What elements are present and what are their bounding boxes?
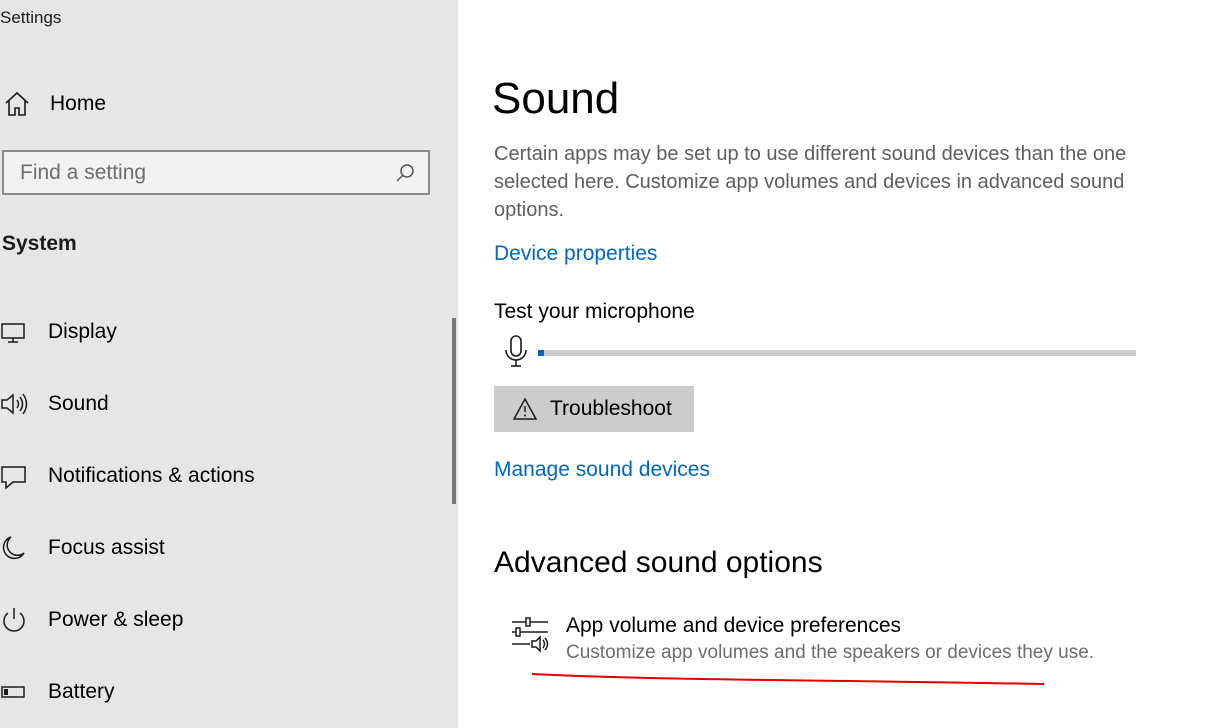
manage-sound-devices-link[interactable]: Manage sound devices (494, 458, 710, 482)
notification-icon (1, 466, 26, 490)
advanced-section-title: Advanced sound options (494, 546, 823, 579)
mic-level-meter (538, 350, 1136, 356)
speaker-icon (1, 393, 28, 415)
sidebar-item-sound[interactable]: Sound (0, 382, 440, 426)
page-title: Sound (492, 74, 620, 123)
mic-test-label: Test your microphone (494, 300, 695, 323)
home-label: Home (50, 92, 107, 115)
sidebar-item-label: Display (48, 320, 117, 343)
content-pane: Sound Certain apps may be set up to use … (458, 0, 1222, 728)
sidebar-item-label: Battery (48, 680, 115, 703)
sidebar-item-label: Focus assist (48, 536, 165, 559)
search-icon[interactable] (394, 162, 416, 184)
battery-icon (1, 686, 25, 698)
home-nav-item[interactable]: Home (0, 86, 440, 122)
app-volume-preferences-link[interactable]: App volume and device preferences (566, 614, 901, 638)
troubleshoot-button[interactable]: Troubleshoot (494, 386, 694, 432)
sidebar-item-focus-assist[interactable]: Focus assist (0, 526, 440, 570)
power-icon (3, 608, 25, 632)
moon-icon (2, 536, 25, 560)
app-volume-preferences-description: Customize app volumes and the speakers o… (566, 642, 1095, 663)
sidebar-item-battery[interactable]: Battery (0, 670, 440, 714)
sidebar-item-notifications[interactable]: Notifications & actions (0, 454, 440, 498)
page-description: Certain apps may be set up to use differ… (494, 143, 1127, 221)
sidebar: Settings Home System Display Sound (0, 0, 458, 728)
mixer-icon[interactable] (510, 616, 550, 656)
home-icon (5, 91, 29, 116)
device-properties-link[interactable]: Device properties (494, 242, 657, 266)
sidebar-item-label: Notifications & actions (48, 464, 255, 487)
sidebar-item-display[interactable]: Display (0, 310, 440, 354)
app-title: Settings (0, 8, 62, 27)
sidebar-item-power-sleep[interactable]: Power & sleep (0, 598, 440, 642)
sidebar-scrollbar[interactable] (452, 318, 456, 504)
sidebar-item-label: Sound (48, 392, 109, 415)
search-input[interactable] (4, 159, 394, 186)
troubleshoot-label: Troubleshoot (550, 397, 672, 420)
red-underline-annotation (531, 673, 1045, 685)
mic-level-fill (538, 350, 544, 356)
search-box[interactable] (2, 150, 430, 195)
sidebar-item-label: Power & sleep (48, 608, 184, 631)
warning-icon (512, 397, 538, 420)
microphone-icon (505, 335, 527, 367)
monitor-icon (1, 323, 25, 343)
section-title-system: System (2, 232, 77, 255)
